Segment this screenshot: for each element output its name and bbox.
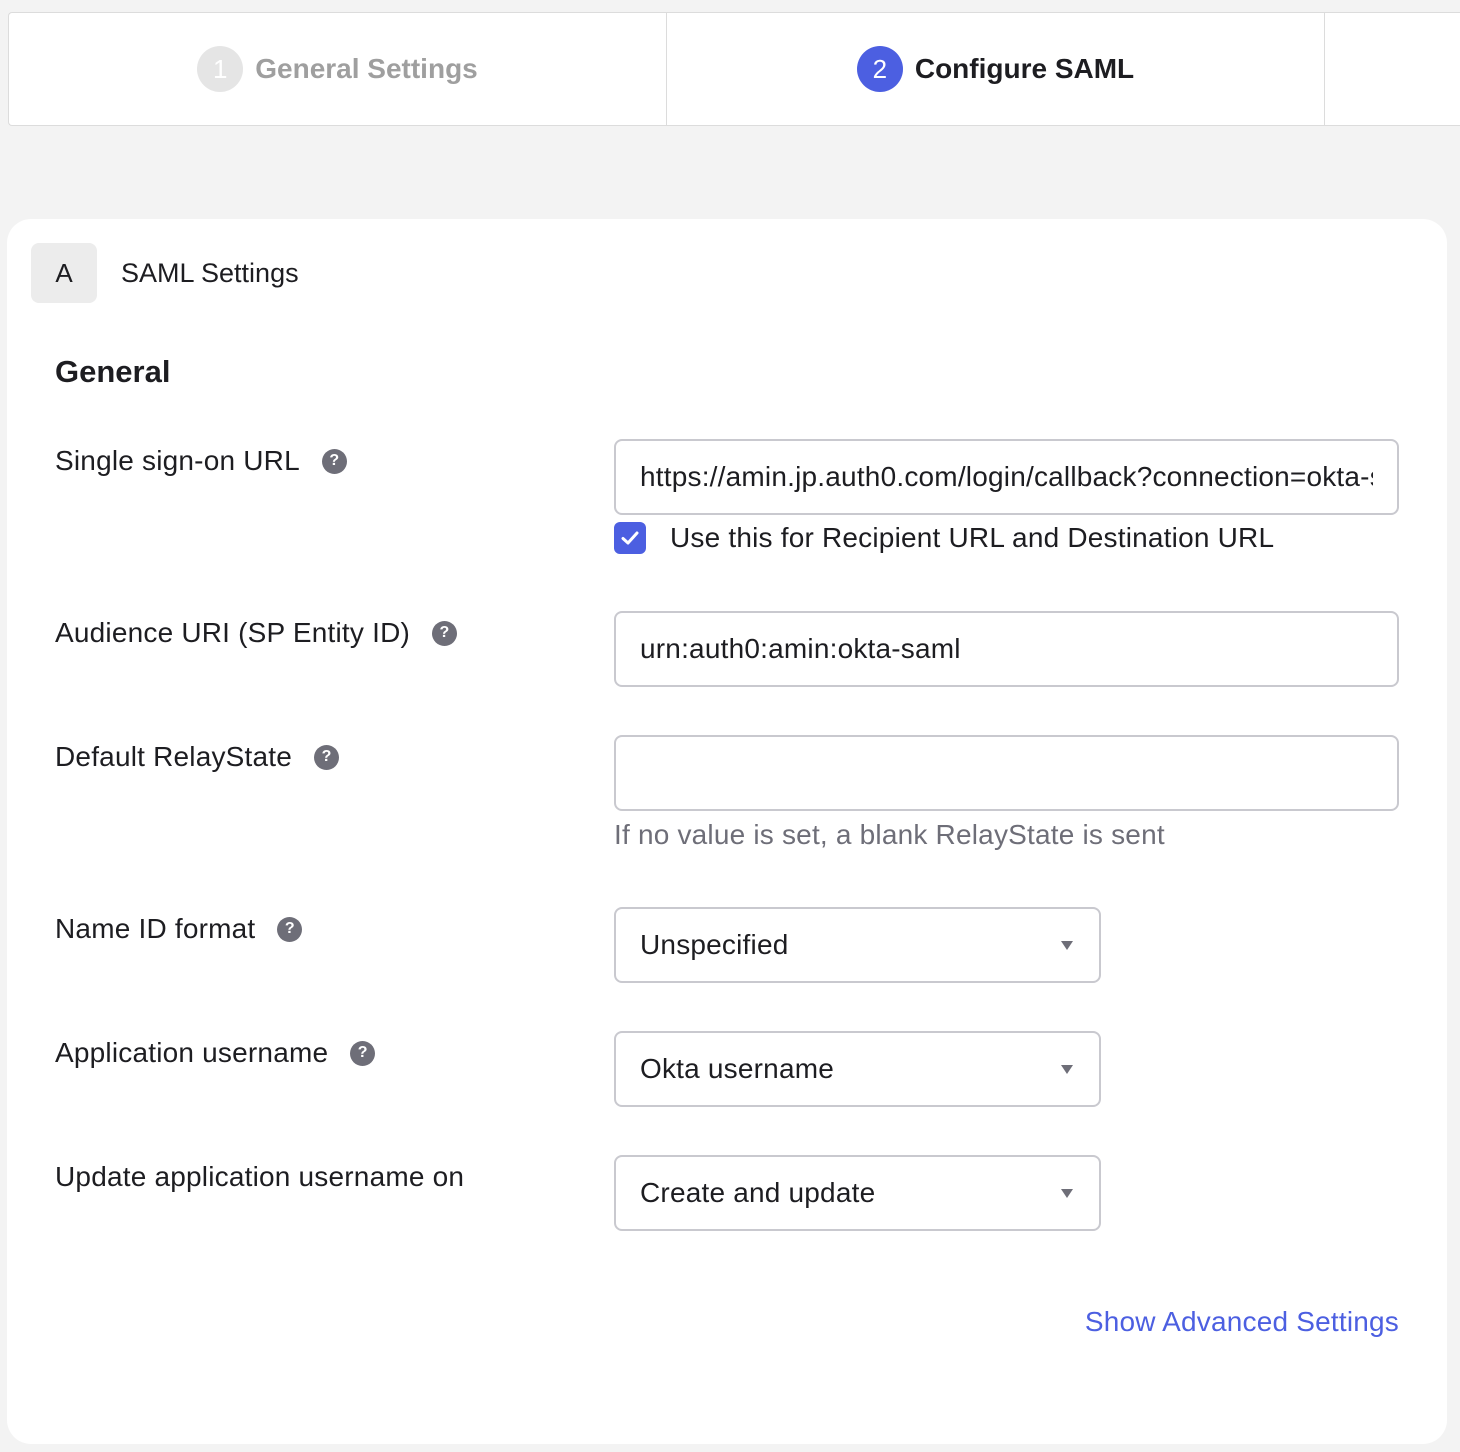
dropdown-caret-icon	[1061, 940, 1073, 950]
section-letter-badge: A	[31, 243, 97, 303]
dropdown-caret-icon	[1061, 1064, 1073, 1074]
step-general-settings[interactable]: 1 General Settings	[9, 13, 667, 125]
help-icon[interactable]: ?	[321, 448, 347, 474]
update-username-on-label-text: Update application username on	[55, 1161, 465, 1192]
help-icon[interactable]: ?	[432, 620, 458, 646]
name-id-format-label: Name ID format ?	[55, 913, 303, 945]
help-icon[interactable]: ?	[277, 916, 303, 942]
app-username-select[interactable]: Okta username	[614, 1031, 1101, 1107]
update-username-on-label: Update application username on	[55, 1161, 464, 1193]
sso-url-input[interactable]	[614, 439, 1399, 515]
group-title-general: General	[55, 354, 171, 389]
relay-state-hint: If no value is set, a blank RelayState i…	[614, 819, 1165, 850]
app-username-value: Okta username	[640, 1053, 835, 1084]
step-number-badge: 2	[856, 46, 903, 92]
recipient-url-checkbox-label: Use this for Recipient URL and Destinati…	[670, 522, 1275, 553]
update-username-on-value: Create and update	[640, 1177, 876, 1208]
audience-uri-label: Audience URI (SP Entity ID) ?	[55, 617, 458, 649]
sso-url-label: Single sign-on URL ?	[55, 445, 347, 477]
recipient-url-checkbox-row[interactable]: Use this for Recipient URL and Destinati…	[614, 522, 1274, 554]
name-id-format-value: Unspecified	[640, 929, 789, 960]
audience-uri-label-text: Audience URI (SP Entity ID)	[55, 617, 411, 648]
name-id-format-label-text: Name ID format	[55, 913, 256, 944]
audience-uri-input[interactable]	[614, 611, 1399, 687]
app-username-label-text: Application username	[55, 1037, 329, 1068]
show-advanced-settings-link[interactable]: Show Advanced Settings	[1085, 1306, 1399, 1338]
step-next[interactable]	[1325, 13, 1460, 125]
checkmark-icon	[621, 531, 639, 545]
update-username-on-select[interactable]: Create and update	[614, 1155, 1101, 1231]
wizard-stepper: 1 General Settings 2 Configure SAML	[8, 12, 1460, 126]
name-id-format-select[interactable]: Unspecified	[614, 907, 1101, 983]
section-title: SAML Settings	[121, 257, 299, 288]
sso-url-label-text: Single sign-on URL	[55, 445, 300, 476]
step-label: Configure SAML	[914, 53, 1135, 84]
step-configure-saml[interactable]: 2 Configure SAML	[667, 13, 1325, 125]
app-username-label: Application username ?	[55, 1037, 376, 1069]
step-number-badge: 1	[197, 46, 244, 92]
dropdown-caret-icon	[1061, 1188, 1073, 1198]
recipient-url-checkbox[interactable]	[614, 522, 646, 554]
help-icon[interactable]: ?	[314, 744, 340, 770]
help-icon[interactable]: ?	[350, 1040, 376, 1066]
step-label: General Settings	[255, 53, 478, 84]
saml-settings-card: A SAML Settings General Single sign-on U…	[7, 219, 1447, 1444]
relay-state-label-text: Default RelayState	[55, 741, 293, 772]
relay-state-input[interactable]	[614, 735, 1399, 811]
section-header: A SAML Settings	[31, 243, 299, 303]
relay-state-label: Default RelayState ?	[55, 741, 340, 773]
